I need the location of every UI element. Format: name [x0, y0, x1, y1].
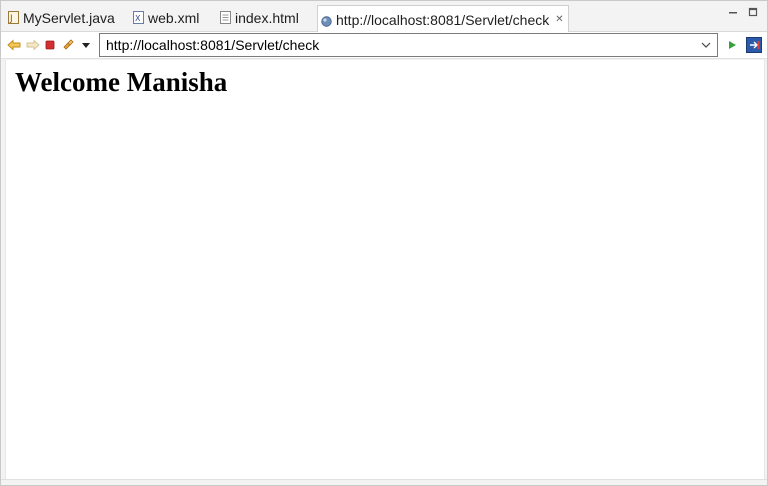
tab-label: MyServlet.java	[23, 9, 115, 26]
chevron-down-icon[interactable]	[699, 38, 713, 52]
back-icon[interactable]	[6, 37, 22, 53]
maximize-icon[interactable]	[747, 5, 759, 17]
tab-web-xml[interactable]: X web.xml	[133, 4, 199, 31]
svg-text:X: X	[135, 14, 141, 23]
globe-icon	[321, 14, 332, 27]
window-bottom-border	[1, 479, 767, 485]
go-icon[interactable]	[724, 37, 740, 53]
page-heading: Welcome Manisha	[15, 67, 228, 97]
close-icon[interactable]: ✕	[555, 14, 563, 25]
tab-label: http://localhost:8081/Servlet/check	[336, 11, 550, 28]
open-external-icon[interactable]	[746, 37, 762, 53]
menu-dropdown-icon[interactable]	[78, 37, 94, 53]
refresh-icon[interactable]	[60, 37, 76, 53]
minimize-icon[interactable]	[727, 5, 739, 17]
window-controls	[727, 5, 759, 17]
xml-file-icon: X	[133, 11, 144, 24]
stop-icon[interactable]	[42, 37, 58, 53]
url-input[interactable]	[100, 37, 690, 53]
address-bar[interactable]	[99, 33, 718, 57]
svg-text:J: J	[9, 14, 13, 24]
tab-label: web.xml	[148, 9, 200, 26]
html-file-icon	[220, 11, 231, 24]
editor-tab-bar: J MyServlet.java X web.xml index.html ht…	[1, 1, 767, 33]
tab-myservlet-java[interactable]: J MyServlet.java	[8, 4, 115, 31]
tab-index-html[interactable]: index.html	[220, 4, 299, 31]
page-content: Welcome Manisha	[5, 60, 765, 481]
tab-localhost-servlet-check[interactable]: http://localhost:8081/Servlet/check ✕	[317, 5, 569, 33]
tab-label: index.html	[235, 9, 299, 26]
java-file-icon: J	[8, 11, 19, 24]
forward-icon[interactable]	[25, 37, 41, 53]
browser-toolbar	[1, 32, 767, 59]
browser-window: J MyServlet.java X web.xml index.html ht…	[0, 0, 768, 486]
